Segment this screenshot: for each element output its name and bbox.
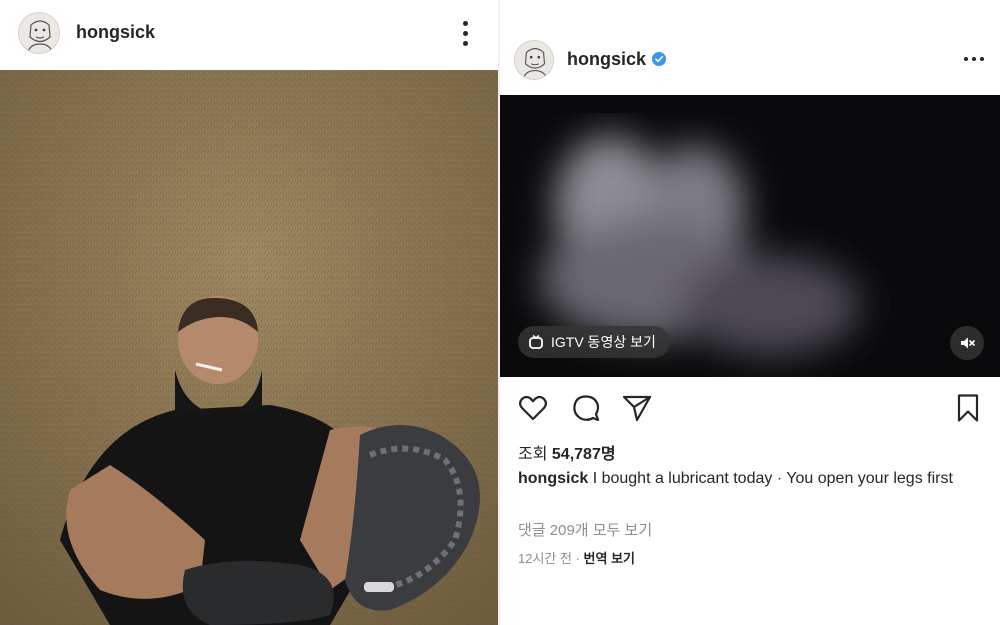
- verified-badge-icon: [652, 52, 666, 66]
- igtv-label: IGTV 동영상 보기: [551, 334, 656, 350]
- vertical-more-icon[interactable]: [455, 19, 475, 49]
- username[interactable]: hongsick: [76, 22, 155, 43]
- speaker-muted-icon: [961, 337, 975, 349]
- views-label: 조회: [518, 446, 548, 463]
- view-count: 조회 54,787명: [518, 440, 616, 464]
- left-post: hongsick: [0, 0, 498, 625]
- bookmark-icon[interactable]: [952, 392, 984, 424]
- post-caption: hongsick I bought a lubricant today · Yo…: [518, 468, 978, 489]
- view-all-comments-link[interactable]: 댓글 209개 모두 보기: [518, 519, 652, 540]
- right-post: hongsick IGTV 동영상 보기 조회 54,787명 hongsick…: [500, 0, 1000, 625]
- share-icon[interactable]: [621, 392, 653, 424]
- caption-text: I bought a lubricant today · You open yo…: [592, 470, 953, 487]
- caption-username[interactable]: hongsick: [518, 470, 588, 487]
- post-time: 12시간 전: [518, 551, 572, 566]
- igtv-video[interactable]: IGTV 동영상 보기: [500, 95, 1000, 377]
- igtv-icon: [529, 334, 543, 349]
- heart-icon[interactable]: [517, 392, 549, 424]
- meta-separator: ·: [575, 551, 580, 566]
- horizontal-more-icon[interactable]: [962, 51, 986, 67]
- views-number: 54,787명: [551, 446, 616, 463]
- mute-button[interactable]: [950, 326, 984, 360]
- avatar[interactable]: [514, 40, 554, 80]
- translate-link[interactable]: 번역 보기: [584, 551, 635, 566]
- comment-icon[interactable]: [570, 392, 602, 424]
- post-meta: 12시간 전 · 번역 보기: [518, 548, 635, 567]
- username[interactable]: hongsick: [567, 49, 646, 70]
- post-photo[interactable]: [0, 70, 498, 625]
- avatar[interactable]: [18, 12, 60, 54]
- igtv-view-button[interactable]: IGTV 동영상 보기: [518, 326, 670, 358]
